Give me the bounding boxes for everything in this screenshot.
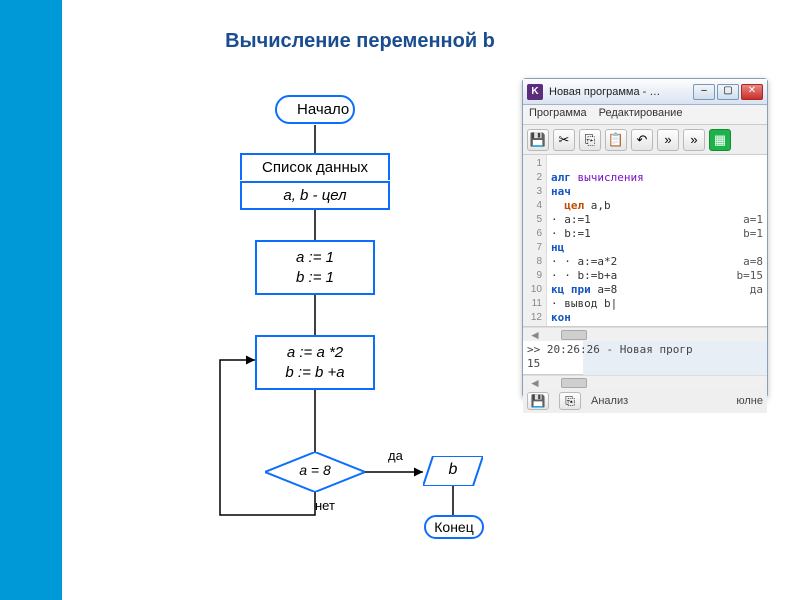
process-init-text: a := 1 b := 1 <box>296 249 334 286</box>
minimize-button[interactable]: – <box>693 84 715 100</box>
window-titlebar[interactable]: K Новая программа - … – ▢ ✕ <box>523 79 767 105</box>
undo-icon[interactable]: ↶ <box>631 129 653 151</box>
toolbar-overflow-2[interactable]: » <box>683 129 705 151</box>
toolbar: 💾 ✂ ⎘ 📋 ↶ » » ▦ <box>523 125 767 155</box>
flowchart: Начало Список данных a, b - цел a := 1 b… <box>160 90 490 590</box>
close-button[interactable]: ✕ <box>741 84 763 100</box>
output-var: b <box>423 461 483 479</box>
data-block-type: a, b - цел <box>240 181 390 210</box>
line-number-gutter: 1 2 3 4 5 6 7 8 9 10 11 12 <box>523 155 547 326</box>
page-title: Вычисление переменной b <box>160 30 560 53</box>
paste-icon[interactable]: 📋 <box>605 129 627 151</box>
console-output: >> 20:26:26 - Новая прогр 15 <box>523 341 583 375</box>
output-node: b <box>423 456 483 486</box>
status-copy-icon[interactable]: ⎘ <box>559 392 581 410</box>
decision-condition: a = 8 <box>265 462 365 478</box>
toolbar-overflow-1[interactable]: » <box>657 129 679 151</box>
code-editor[interactable]: 1 2 3 4 5 6 7 8 9 10 11 12 алг вычислени… <box>523 155 767 327</box>
scroll-thumb-2[interactable] <box>561 378 587 388</box>
label-yes: да <box>388 448 403 463</box>
app-icon: K <box>527 84 543 100</box>
process-loop-text: a := a *2 b := b +a <box>285 344 344 381</box>
statusbar: 💾 ⎘ Анализ юлне <box>523 389 767 413</box>
run-icon[interactable]: ▦ <box>709 129 731 151</box>
cut-icon[interactable]: ✂ <box>553 129 575 151</box>
menubar: Программа Редактирование <box>523 105 767 125</box>
process-loop-body: a := a *2 b := b +a <box>255 335 375 390</box>
maximize-button[interactable]: ▢ <box>717 84 739 100</box>
menu-program[interactable]: Программа <box>529 107 587 122</box>
left-accent-bar <box>0 0 62 600</box>
trace-values: a=1 b=1 a=8 b=15 да <box>723 157 763 311</box>
terminator-start: Начало <box>275 95 355 124</box>
data-block-label: Список данных <box>240 153 390 180</box>
save-icon[interactable]: 💾 <box>527 129 549 151</box>
code-area[interactable]: алг вычисления нач цел a,b · a:=1 · b:=1… <box>547 155 767 326</box>
console-scrollbar[interactable]: ◄ <box>523 375 767 389</box>
menu-edit[interactable]: Редактирование <box>599 107 683 122</box>
copy-icon[interactable]: ⎘ <box>579 129 601 151</box>
kumir-ide-window: K Новая программа - … – ▢ ✕ Программа Ре… <box>522 78 768 398</box>
status-analysis[interactable]: Анализ <box>591 395 628 407</box>
editor-scrollbar[interactable]: ◄ <box>523 327 767 341</box>
decision-node: a = 8 <box>265 452 365 492</box>
label-no: нет <box>315 498 335 513</box>
status-full[interactable]: юлне <box>736 395 763 407</box>
scroll-thumb[interactable] <box>561 330 587 340</box>
process-init: a := 1 b := 1 <box>255 240 375 295</box>
terminator-end: Конец <box>424 515 484 539</box>
status-save-icon[interactable]: 💾 <box>527 392 549 410</box>
window-title: Новая программа - … <box>549 86 693 98</box>
